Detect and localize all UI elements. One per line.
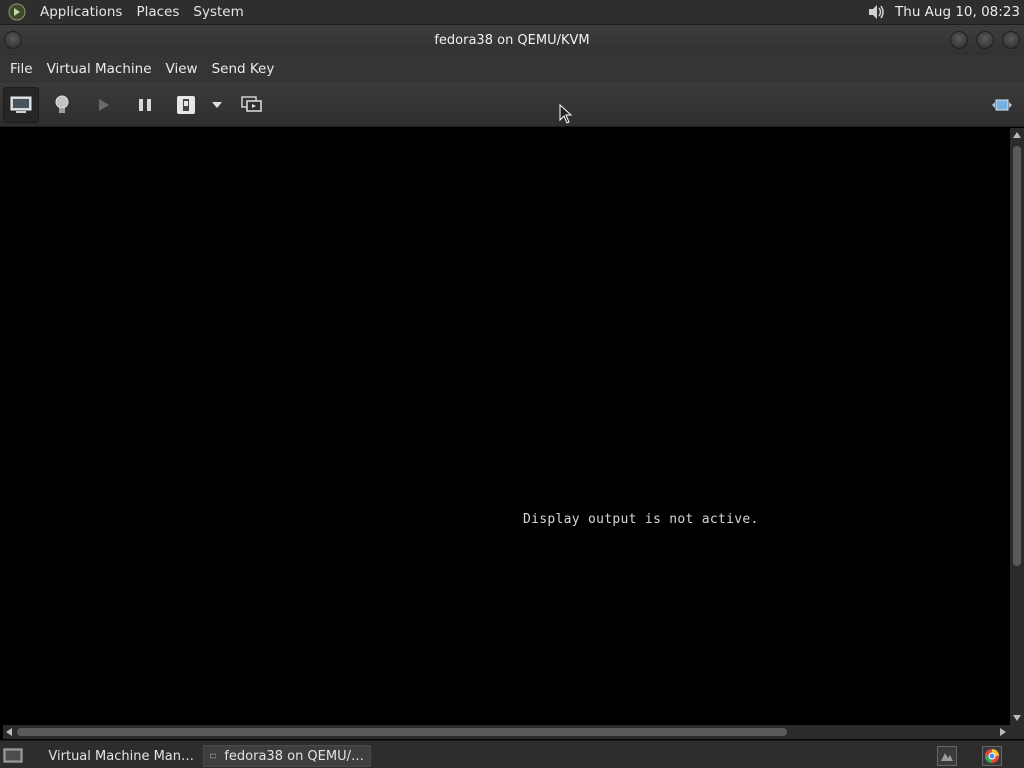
menu-view[interactable]: View	[159, 61, 205, 77]
console-view-button[interactable]	[3, 87, 39, 123]
fullscreen-icon	[992, 99, 1012, 111]
display-message: Display output is not active.	[523, 512, 759, 527]
menu-send-key[interactable]: Send Key	[205, 61, 282, 77]
taskbar-item-virtual-machine-manager[interactable]: Virtual Machine Man…	[34, 745, 200, 767]
toolbar	[0, 83, 1024, 127]
scrollbar-corner	[1010, 725, 1024, 739]
vertical-scrollbar[interactable]	[1010, 128, 1024, 725]
pause-icon	[139, 99, 151, 111]
places-menu[interactable]: Places	[129, 0, 186, 25]
lightbulb-icon	[55, 95, 69, 113]
window-titlebar[interactable]: fedora38 on QEMU/KVM	[0, 25, 1024, 55]
taskbar-item-fedora38[interactable]: fedora38 on QEMU/…	[203, 745, 371, 767]
bottom-panel: Virtual Machine Man… fedora38 on QEMU/…	[0, 740, 1024, 768]
menu-virtual-machine[interactable]: Virtual Machine	[40, 61, 159, 77]
vm-console-icon	[210, 753, 217, 759]
monitor-icon	[10, 96, 32, 113]
applications-menu[interactable]: Applications	[33, 0, 129, 25]
run-button[interactable]	[85, 87, 121, 123]
browser-icon[interactable]	[982, 746, 1002, 766]
mouse-cursor-icon	[559, 104, 573, 124]
taskbar-item-label: Virtual Machine Man…	[48, 748, 194, 764]
menu-file[interactable]: File	[3, 61, 40, 77]
scroll-right-icon[interactable]	[1000, 728, 1006, 736]
chevron-down-icon	[212, 102, 222, 108]
play-icon	[99, 99, 109, 111]
top-panel: Applications Places System Thu Aug 10, 0…	[0, 0, 1024, 25]
snapshots-button[interactable]	[234, 87, 270, 123]
window-title: fedora38 on QEMU/KVM	[434, 32, 590, 48]
minimize-button[interactable]	[950, 31, 968, 49]
clock[interactable]: Thu Aug 10, 08:23	[895, 4, 1020, 20]
vm-display[interactable]: Display output is not active.	[3, 128, 1010, 725]
menubar: File Virtual Machine View Send Key	[0, 55, 1024, 83]
distro-logo-icon[interactable]	[7, 2, 27, 22]
horizontal-scrollbar[interactable]	[3, 725, 1010, 739]
power-icon	[177, 96, 195, 114]
scroll-up-icon[interactable]	[1013, 132, 1021, 138]
taskbar-item-label: fedora38 on QEMU/…	[224, 748, 364, 764]
fullscreen-button[interactable]	[984, 87, 1020, 123]
horizontal-scroll-thumb[interactable]	[17, 728, 787, 736]
shutdown-menu-button[interactable]	[200, 87, 234, 123]
vertical-scroll-thumb[interactable]	[1013, 146, 1021, 566]
details-view-button[interactable]	[44, 87, 80, 123]
maximize-button[interactable]	[976, 31, 994, 49]
close-button[interactable]	[1002, 31, 1020, 49]
shutdown-button[interactable]	[168, 87, 204, 123]
scroll-down-icon[interactable]	[1013, 715, 1021, 721]
volume-icon[interactable]	[865, 1, 887, 23]
show-desktop-icon[interactable]	[3, 746, 23, 764]
window-menu-button[interactable]	[4, 31, 22, 49]
snapshot-icon	[241, 96, 262, 112]
pause-button[interactable]	[127, 87, 163, 123]
scroll-left-icon[interactable]	[6, 728, 12, 736]
workspace-icon[interactable]	[937, 746, 957, 766]
system-menu[interactable]: System	[186, 0, 250, 25]
